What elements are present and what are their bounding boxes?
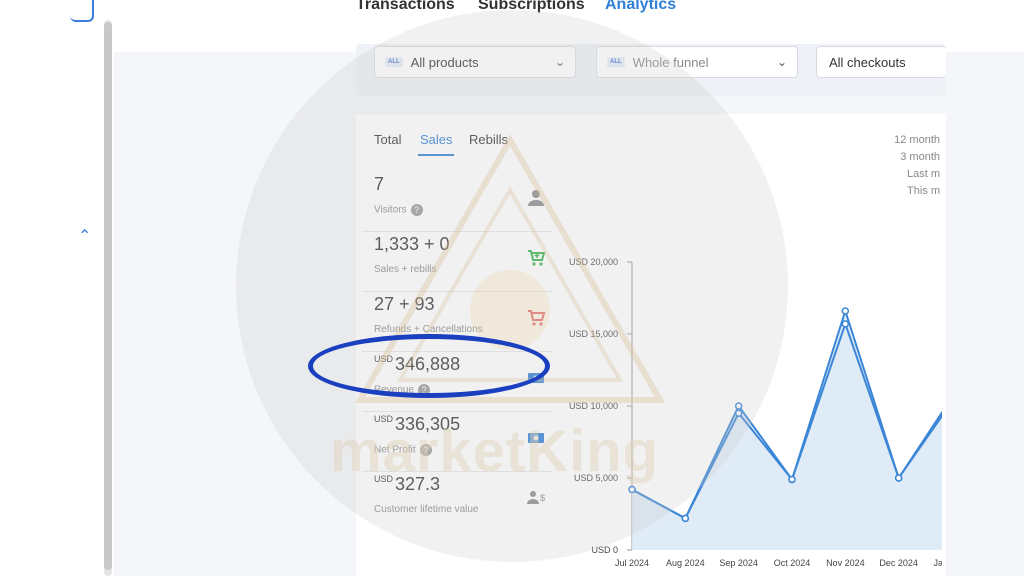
metric-visitors: 7 Visitors? (362, 174, 552, 232)
revenue-chart-svg: USD 0 USD 5,000 USD 10,000 USD 15,000 USD 20… (569, 257, 971, 568)
x-tick-label: Jan 2025 (933, 558, 942, 568)
x-tick-label: Jul 2024 (615, 558, 649, 568)
currency-label: USD (374, 354, 394, 364)
help-icon[interactable]: ? (418, 384, 431, 396)
scrollbar-thumb[interactable] (104, 22, 112, 570)
funnel-filter-select[interactable]: ALL Whole funnel ⌄ (596, 46, 798, 78)
stats-tab-total[interactable]: Total (374, 132, 401, 147)
help-icon[interactable]: ? (410, 204, 423, 216)
period-option-3-month[interactable]: 3 month (880, 151, 940, 163)
cart-remove-icon (526, 308, 546, 333)
period-option-last-month[interactable]: Last m (880, 168, 940, 180)
product-filter-select[interactable]: ALL All products ⌄ (374, 46, 576, 78)
data-point (841, 307, 850, 315)
money-icon (526, 368, 546, 393)
data-point (894, 474, 903, 482)
chevron-up-icon[interactable]: ⌃ (78, 226, 91, 246)
metric-label: Sales + rebills (374, 264, 437, 275)
y-tick-label: USD 0 (591, 545, 618, 555)
y-tick-label: USD 20,000 (569, 257, 618, 267)
y-tick-label: USD 10,000 (569, 401, 618, 411)
metric-value: 7 (374, 174, 385, 194)
ltv-value: 327.3 (395, 474, 441, 494)
period-option-this-month[interactable]: This m (880, 185, 940, 197)
metric-lifetime-value: USD 327.3 Customer lifetime value $ (362, 474, 552, 532)
all-badge: ALL (607, 57, 625, 67)
data-point (681, 514, 690, 523)
stats-tab-sales[interactable]: Sales (420, 132, 453, 147)
tab-transactions[interactable]: Transactions (356, 0, 455, 14)
x-tick-label: Sep 2024 (719, 558, 758, 568)
metric-revenue: USD 346,888 Revenue? (362, 354, 552, 412)
cart-add-icon (526, 248, 546, 273)
tab-subscriptions[interactable]: Subscriptions (478, 0, 585, 14)
chevron-down-icon: ⌄ (776, 55, 787, 69)
x-tick-label: Nov 2024 (826, 558, 865, 568)
sidebar-top-button[interactable] (70, 0, 94, 22)
metric-value: USD 327.3 (374, 474, 440, 495)
x-tick-label: Dec 2024 (879, 558, 918, 568)
data-point (788, 475, 796, 484)
currency-label: USD (374, 474, 394, 484)
data-point (734, 402, 743, 410)
revenue-chart: USD 0 USD 5,000 USD 10,000 USD 15,000 USD 20… (560, 250, 971, 576)
y-tick-label: USD 15,000 (569, 329, 618, 339)
left-sidebar: ⌃ (0, 0, 112, 576)
help-icon[interactable]: ? (419, 444, 432, 456)
data-point (841, 320, 850, 328)
net-profit-value: 336,305 (395, 414, 461, 434)
metric-value: 1,333 + 0 (374, 234, 450, 254)
x-tick-label: Aug 2024 (666, 558, 705, 568)
stats-tab-rebills[interactable]: Rebills (469, 132, 508, 147)
metric-label: Customer lifetime value (374, 504, 479, 515)
tab-analytics[interactable]: Analytics (605, 0, 676, 14)
metric-sales: 1,333 + 0 Sales + rebills (362, 234, 552, 292)
x-tick-label: Oct 2024 (774, 558, 811, 568)
metric-label: Revenue (374, 384, 415, 396)
product-filter-label: All products (410, 54, 479, 70)
metric-label: Net Profit (374, 444, 416, 456)
funnel-filter-label: Whole funnel (632, 54, 709, 70)
svg-text:$: $ (540, 493, 545, 503)
active-tab-indicator (418, 154, 454, 156)
metric-value: USD 336,305 (374, 414, 460, 435)
period-option-12-month[interactable]: 12 month (880, 134, 940, 146)
metric-label: Refunds + Cancellations (374, 324, 483, 335)
user-dollar-icon: $ (526, 488, 546, 513)
metric-net-profit: USD 336,305 Net Profit? (362, 414, 552, 472)
metric-refunds: 27 + 93 Refunds + Cancellations (362, 294, 552, 352)
chevron-down-icon: ⌄ (554, 55, 565, 69)
data-point (734, 409, 743, 417)
currency-label: USD (374, 414, 394, 424)
data-point (628, 485, 636, 494)
money-icon (526, 428, 546, 453)
y-tick-label: USD 5,000 (574, 473, 618, 483)
metric-value: 27 + 93 (374, 294, 435, 314)
metric-value: USD 346,888 (374, 354, 460, 375)
checkout-filter-select[interactable]: All checkouts (816, 46, 946, 78)
person-icon (526, 188, 546, 213)
metric-label: Visitors (374, 204, 407, 216)
checkout-filter-label: All checkouts (829, 54, 906, 70)
all-badge: ALL (385, 57, 403, 67)
revenue-value: 346,888 (395, 354, 461, 374)
